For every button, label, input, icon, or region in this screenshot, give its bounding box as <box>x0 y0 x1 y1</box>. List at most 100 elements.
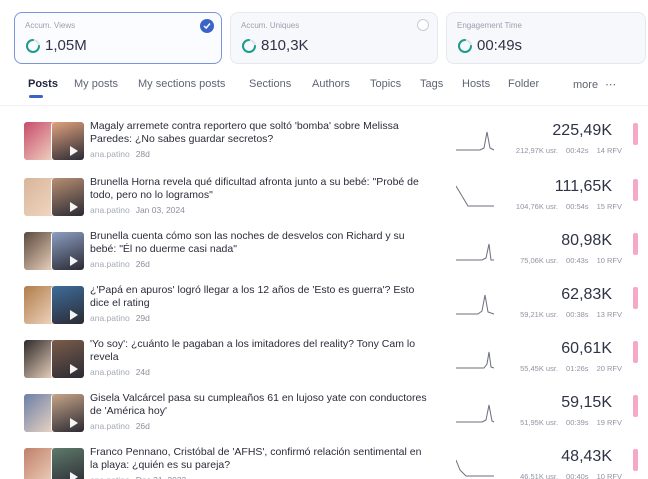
performance-bar <box>633 341 638 363</box>
post-uniques: 59,21K usr. <box>520 310 559 319</box>
post-title[interactable]: Gisela Valcárcel pasa su cumpleaños 61 e… <box>90 392 430 418</box>
post-views: 60,61K <box>561 340 612 357</box>
post-stats: 51,95K usr. 00:39s 19 RFV <box>520 418 622 427</box>
play-icon <box>70 310 78 320</box>
post-time: 00:42s <box>566 146 589 155</box>
post-row[interactable]: Brunella Horna revela qué dificultad afr… <box>0 176 648 229</box>
thumbnail-image <box>52 122 84 160</box>
tab-folder[interactable]: Folder <box>508 78 539 90</box>
post-title[interactable]: Brunella Horna revela qué dificultad afr… <box>90 176 430 202</box>
post-author: ana.patino <box>90 475 130 479</box>
post-row[interactable]: Brunella cuenta cómo son las noches de d… <box>0 230 648 283</box>
metric-label: Accum. Views <box>25 21 76 30</box>
post-row[interactable]: 'Yo soy': ¿cuánto le pagaban a los imita… <box>0 338 648 391</box>
post-age: 24d <box>135 367 150 377</box>
thumbnail-image <box>52 340 84 378</box>
sparkline-chart <box>456 404 495 423</box>
post-title[interactable]: Franco Pennano, Cristóbal de 'AFHS', con… <box>90 446 430 472</box>
post-row[interactable]: Magaly arremete contra reportero que sol… <box>0 120 648 173</box>
post-stats: 104,76K usr. 00:54s 15 RFV <box>516 202 622 211</box>
sparkline-chart <box>456 351 495 369</box>
post-thumbnails[interactable] <box>24 286 84 324</box>
tab-my-posts[interactable]: My posts <box>74 78 118 90</box>
sparkline-chart <box>456 294 495 315</box>
performance-bar <box>633 233 638 255</box>
post-author: ana.patino <box>90 149 130 159</box>
play-icon <box>70 364 78 374</box>
metric-value: 00:49s <box>477 37 523 54</box>
post-rfv: 10 RFV <box>596 256 622 265</box>
metric-label: Accum. Uniques <box>241 21 300 30</box>
post-time: 00:40s <box>566 472 589 479</box>
post-uniques: 51,95K usr. <box>520 418 559 427</box>
post-author: ana.patino <box>90 313 130 323</box>
post-thumbnails[interactable] <box>24 448 84 479</box>
tab-topics[interactable]: Topics <box>370 78 401 90</box>
post-views: 111,65K <box>554 178 612 195</box>
post-uniques: 55,45K usr. <box>520 364 559 373</box>
ellipsis-icon: ⋯ <box>605 79 617 91</box>
thumbnail-image <box>52 178 84 216</box>
thumbnail-image <box>52 448 84 479</box>
post-rfv: 10 RFV <box>596 472 622 479</box>
post-views: 225,49K <box>552 122 612 139</box>
post-rfv: 14 RFV <box>596 146 622 155</box>
post-author: ana.patino <box>90 367 130 377</box>
post-row[interactable]: Franco Pennano, Cristóbal de 'AFHS', con… <box>0 446 648 479</box>
post-age: 28d <box>135 149 150 159</box>
post-uniques: 75,06K usr. <box>520 256 559 265</box>
sparkline-chart <box>456 243 494 261</box>
post-title[interactable]: Magaly arremete contra reportero que sol… <box>90 120 430 146</box>
tab-tags[interactable]: Tags <box>420 78 443 90</box>
post-meta: ana.patino Dec 31, 2023 <box>90 475 186 479</box>
post-time: 01:26s <box>566 364 589 373</box>
tab-my-sections-posts[interactable]: My sections posts <box>138 78 225 90</box>
post-views: 59,15K <box>561 394 612 411</box>
divider <box>0 105 648 106</box>
tab-posts[interactable]: Posts <box>28 78 58 90</box>
post-age: 26d <box>135 421 150 431</box>
post-meta: ana.patino 24d <box>90 367 150 377</box>
tab-hosts[interactable]: Hosts <box>462 78 490 90</box>
post-thumbnails[interactable] <box>24 394 84 432</box>
post-author: ana.patino <box>90 205 130 215</box>
post-uniques: 104,76K usr. <box>515 202 559 211</box>
post-row[interactable]: Gisela Valcárcel pasa su cumpleaños 61 e… <box>0 392 648 445</box>
post-stats: 55,45K usr. 01:26s 20 RFV <box>520 364 622 373</box>
post-thumbnails[interactable] <box>24 232 84 270</box>
post-time: 00:54s <box>566 202 589 211</box>
post-title[interactable]: ¿'Papá en apuros' logró llegar a los 12 … <box>90 284 430 310</box>
checked-icon[interactable] <box>200 19 214 33</box>
post-title[interactable]: 'Yo soy': ¿cuánto le pagaban a los imita… <box>90 338 430 364</box>
post-thumbnails[interactable] <box>24 340 84 378</box>
post-author: ana.patino <box>90 259 130 269</box>
post-thumbnails[interactable] <box>24 122 84 160</box>
performance-bar <box>633 395 638 417</box>
post-title[interactable]: Brunella cuenta cómo son las noches de d… <box>90 230 430 256</box>
post-age: Dec 31, 2023 <box>136 475 187 479</box>
more-menu-button[interactable]: more ⋯ <box>573 78 616 91</box>
sparkline-chart <box>456 131 495 151</box>
tab-sections[interactable]: Sections <box>249 78 291 90</box>
metric-card-views[interactable]: Accum. Views 1,05M <box>14 12 222 64</box>
play-icon <box>70 146 78 156</box>
post-rfv: 19 RFV <box>596 418 622 427</box>
post-views: 62,83K <box>561 286 612 303</box>
unchecked-radio-icon[interactable] <box>417 19 429 31</box>
post-meta: ana.patino Jan 03, 2024 <box>90 205 185 215</box>
sparkline-chart <box>456 459 494 477</box>
post-rfv: 15 RFV <box>596 202 622 211</box>
post-author: ana.patino <box>90 421 130 431</box>
tab-authors[interactable]: Authors <box>312 78 350 90</box>
metric-card-engagement[interactable]: Engagement Time 00:49s <box>446 12 646 64</box>
performance-bar <box>633 287 638 309</box>
post-meta: ana.patino 28d <box>90 149 150 159</box>
metric-label: Engagement Time <box>457 21 522 30</box>
play-icon <box>70 202 78 212</box>
performance-bar <box>633 179 638 201</box>
post-rfv: 20 RFV <box>596 364 622 373</box>
post-thumbnails[interactable] <box>24 178 84 216</box>
post-age: 29d <box>135 313 150 323</box>
metric-card-uniques[interactable]: Accum. Uniques 810,3K <box>230 12 438 64</box>
post-row[interactable]: ¿'Papá en apuros' logró llegar a los 12 … <box>0 284 648 337</box>
